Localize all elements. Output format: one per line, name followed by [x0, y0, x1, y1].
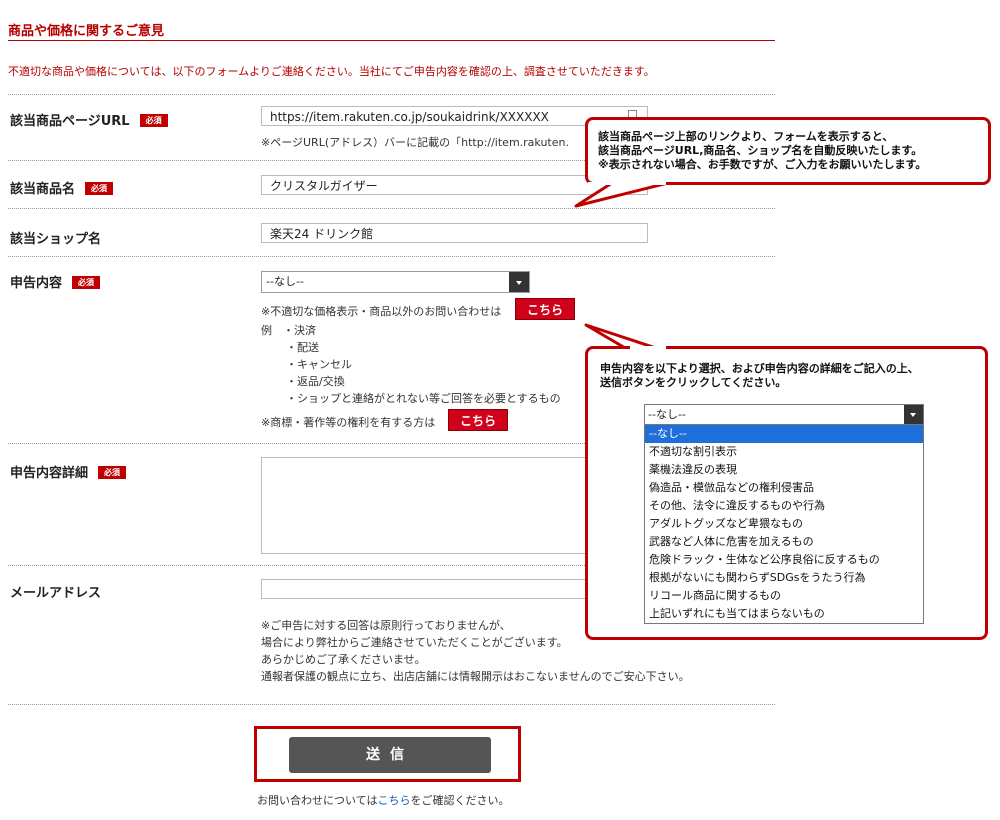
callout-line: 該当商品ページ上部のリンクより、フォームを表示すると、: [598, 130, 894, 143]
callout-seam: [630, 346, 666, 349]
dropdown-option-list: --なし-- 不適切な割引表示 薬機法違反の表現 偽造品・模倣品などの権利侵害品…: [644, 425, 924, 624]
dropdown-option[interactable]: 偽造品・模倣品などの権利侵害品: [645, 479, 923, 497]
callout-line: 送信ボタンをクリックしてください。: [600, 376, 787, 389]
dropdown-option[interactable]: アダルトグッズなど卑猥なもの: [645, 515, 923, 533]
callout-top-pointer: [574, 181, 670, 208]
callout-line: 申告内容を以下より選択、および申告内容の詳細をご記入の上、: [600, 362, 919, 375]
dropdown-option[interactable]: 上記いずれにも当てはまらないもの: [645, 605, 923, 623]
report-dropdown-expanded[interactable]: --なし-- --なし-- 不適切な割引表示 薬機法違反の表現 偽造品・模倣品な…: [644, 404, 924, 624]
dropdown-option[interactable]: 危険ドラック・生体など公序良俗に反するもの: [645, 551, 923, 569]
callout-line: 該当商品ページURL,商品名、ショップ名を自動反映いたします。: [598, 144, 923, 157]
dropdown-option[interactable]: 薬機法違反の表現: [645, 461, 923, 479]
dropdown-select[interactable]: --なし--: [644, 404, 924, 425]
dropdown-option[interactable]: 根拠がないにも関わらずSDGsをうたう行為: [645, 569, 923, 587]
dropdown-option[interactable]: --なし--: [645, 425, 923, 443]
dropdown-selected-value: --なし--: [648, 408, 686, 421]
callout-top: 該当商品ページ上部のリンクより、フォームを表示すると、 該当商品ページURL,商…: [585, 117, 991, 185]
dropdown-option[interactable]: 不適切な割引表示: [645, 443, 923, 461]
dropdown-option[interactable]: 武器など人体に危害を加えるもの: [645, 533, 923, 551]
callout-line: ※表示されない場合、お手数ですが、ご入力をお願いいたします。: [598, 158, 927, 171]
chevron-down-icon: [904, 405, 923, 424]
dropdown-option[interactable]: リコール商品に関するもの: [645, 587, 923, 605]
dropdown-option[interactable]: その他、法令に違反するものや行為: [645, 497, 923, 515]
callout-seam: [588, 182, 666, 185]
